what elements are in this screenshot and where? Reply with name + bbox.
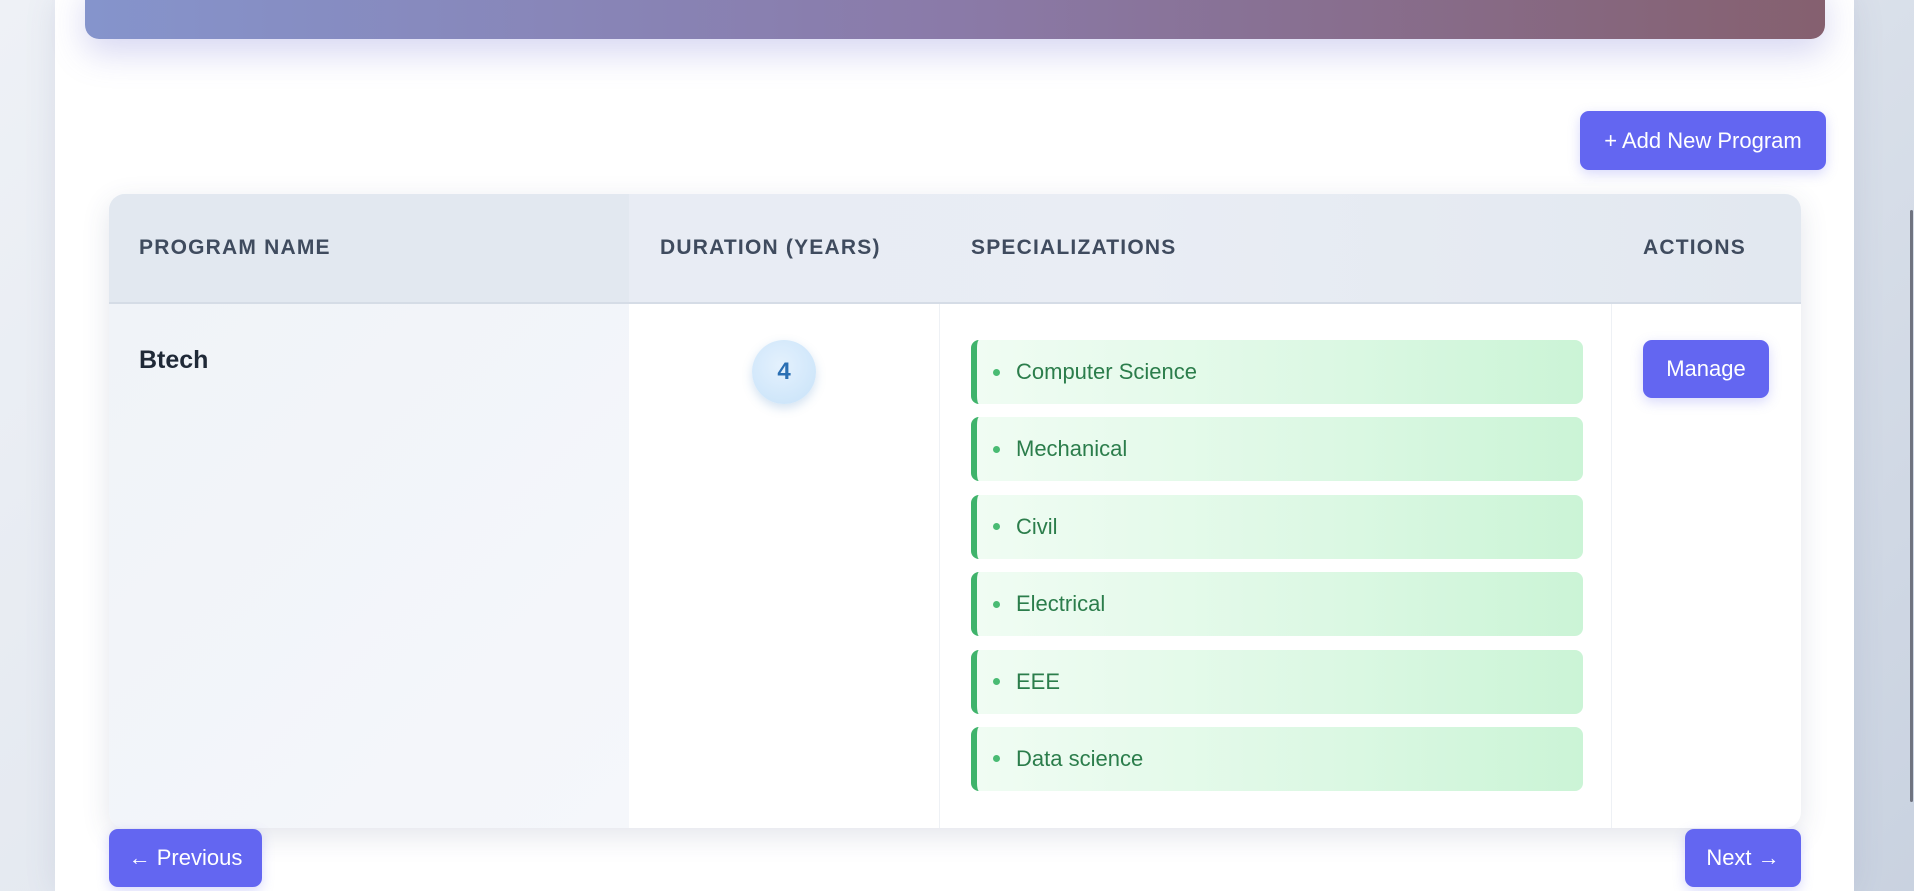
specialization-item: EEE (971, 649, 1583, 714)
program-name-cell: Btech (109, 304, 629, 828)
duration-cell: 4 (629, 304, 940, 828)
page-container: + Add New Program PROGRAM NAME DURATION … (55, 0, 1854, 891)
header-actions: ACTIONS (1643, 236, 1746, 259)
specialization-item: Mechanical (971, 417, 1583, 482)
specialization-item: Civil (971, 494, 1583, 559)
specialization-label: EEE (1016, 668, 1061, 694)
specialization-label: Mechanical (1016, 436, 1128, 462)
page-scrollbar[interactable] (1906, 0, 1914, 891)
header-banner (85, 0, 1825, 39)
actions-cell: Manage (1612, 304, 1801, 828)
specialization-label: Computer Science (1016, 359, 1197, 384)
manage-button[interactable]: Manage (1643, 340, 1769, 398)
header-specializations: SPECIALIZATIONS (971, 236, 1177, 259)
specialization-item: Computer Science (971, 340, 1583, 404)
specializations-cell: Computer Science Mechanical Civil Electr… (940, 304, 1612, 828)
specialization-list: Computer Science Mechanical Civil Electr… (971, 340, 1583, 804)
bullet-icon (993, 755, 1000, 763)
bullet-icon (993, 600, 1000, 608)
duration-badge: 4 (752, 340, 816, 404)
next-page-button[interactable]: Next → (1685, 829, 1801, 887)
header-program-name: PROGRAM NAME (109, 194, 629, 302)
programs-table: PROGRAM NAME DURATION (YEARS) SPECIALIZA… (109, 194, 1801, 828)
specialization-label: Data science (1016, 745, 1144, 771)
table-header-row: PROGRAM NAME DURATION (YEARS) SPECIALIZA… (109, 194, 1801, 304)
header-duration: DURATION (YEARS) (660, 236, 881, 259)
scrollbar-thumb[interactable] (1910, 210, 1913, 802)
bullet-icon (993, 678, 1000, 686)
specialization-label: Civil (1016, 513, 1058, 539)
specialization-label: Electrical (1016, 591, 1106, 617)
bullet-icon (993, 523, 1000, 531)
specialization-item: Data science (971, 726, 1583, 791)
specialization-item: Electrical (971, 572, 1583, 637)
add-new-program-button[interactable]: + Add New Program (1580, 111, 1826, 170)
bullet-icon (993, 368, 1000, 376)
bullet-icon (993, 445, 1000, 453)
previous-page-button[interactable]: ← Previous (109, 829, 262, 887)
